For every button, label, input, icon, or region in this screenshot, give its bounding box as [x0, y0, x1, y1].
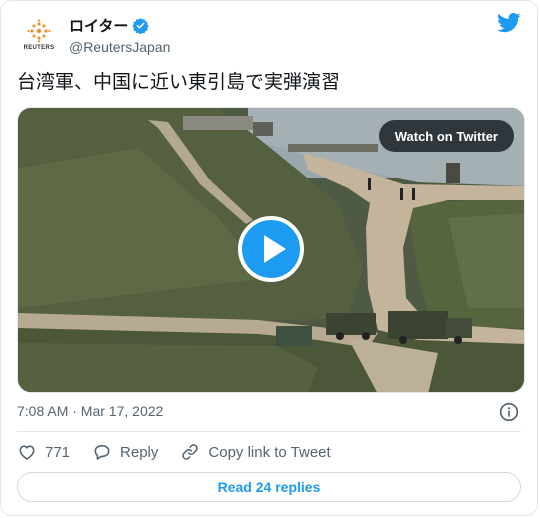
- author-names: ロイター @ReutersJapan: [69, 15, 170, 55]
- copy-link-button[interactable]: Copy link to Tweet: [180, 442, 331, 462]
- read-replies-button[interactable]: Read 24 replies: [17, 472, 521, 502]
- tweet-text: 台湾軍、中国に近い東引島で実弾演習: [17, 72, 341, 93]
- divider: [17, 431, 521, 432]
- reply-label: Reply: [120, 443, 159, 461]
- heart-icon: [19, 445, 35, 460]
- tweet-header: REUTERS ロイター @ReutersJapan: [17, 13, 521, 57]
- copy-link-label: Copy link to Tweet: [208, 443, 331, 461]
- reply-icon: [94, 444, 110, 460]
- reuters-logo-icon: [27, 19, 51, 43]
- like-count: 771: [45, 443, 71, 461]
- play-icon[interactable]: [238, 216, 304, 282]
- twitter-bird-icon[interactable]: [497, 13, 521, 33]
- author-display-name[interactable]: ロイター: [69, 15, 170, 36]
- author-display-name-text: ロイター: [69, 18, 129, 35]
- link-icon: [182, 444, 199, 460]
- avatar[interactable]: REUTERS: [17, 13, 61, 57]
- video-player[interactable]: Watch on Twitter: [17, 107, 525, 393]
- verified-badge-icon: [132, 18, 150, 34]
- avatar-logo-text: REUTERS: [23, 45, 55, 51]
- info-icon[interactable]: [499, 402, 519, 422]
- tweet-actions: 771 Reply Copy link to Tweet: [17, 439, 353, 465]
- watch-on-twitter-button[interactable]: Watch on Twitter: [378, 120, 514, 152]
- tweet-card: REUTERS ロイター @ReutersJapan 台湾軍、中国に近い東引島で…: [0, 0, 538, 516]
- like-button[interactable]: 771: [17, 442, 70, 462]
- reply-button[interactable]: Reply: [92, 442, 158, 462]
- author-handle[interactable]: @ReutersJapan: [69, 39, 170, 55]
- tweet-timestamp[interactable]: 7:08 AM · Mar 17, 2022: [17, 403, 163, 419]
